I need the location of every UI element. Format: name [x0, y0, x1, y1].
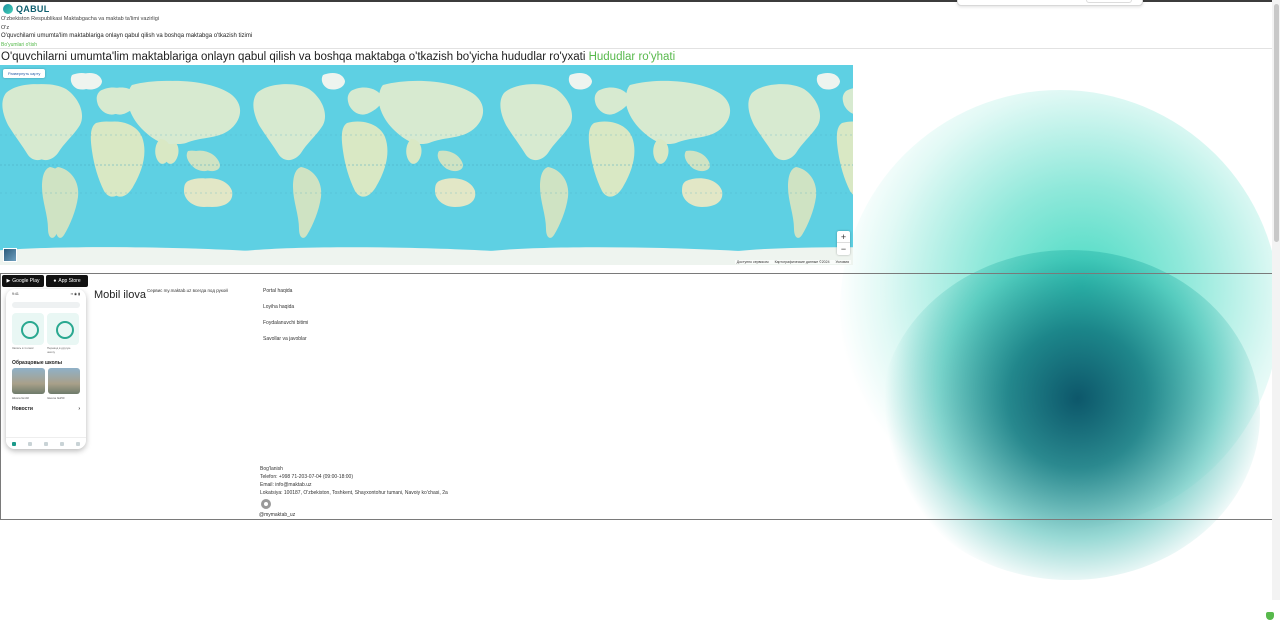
phone-card-label: Запись в 1 класс — [12, 346, 34, 350]
phone-service-cards — [12, 313, 80, 345]
attribution-text: Картографические данные ©2024 — [774, 260, 830, 264]
phone-time: 9:41 — [12, 292, 19, 296]
contacts-phone[interactable]: Telefon: +998 71-203-07-04 (09:00-18:00) — [260, 474, 448, 482]
zoom-out-button[interactable]: − — [837, 243, 850, 255]
home-icon — [12, 441, 16, 446]
footer-links: Portal haqida Loyiha haqida Foydalanuvch… — [263, 288, 308, 352]
phone-school-image — [47, 368, 80, 394]
phone-school-image — [12, 368, 45, 394]
dropdown-popup — [957, 0, 1143, 6]
mobile-app-title: Mobil ilova — [94, 289, 146, 301]
google-play-badge[interactable]: ▶ Google Play — [2, 275, 44, 287]
chevron-right-icon: › — [78, 406, 80, 412]
phone-card-enroll — [12, 313, 44, 345]
phone-news-title: Новости — [12, 406, 33, 412]
chart-icon — [60, 441, 64, 446]
phone-card-label: Перевод в другую школу — [47, 346, 71, 354]
map-tiles — [0, 73, 853, 265]
google-play-icon: ▶ — [6, 278, 11, 284]
popup-button[interactable] — [1086, 0, 1132, 3]
list-icon — [44, 441, 48, 446]
phone-section-news: Новости › — [12, 406, 80, 412]
contacts-email[interactable]: Email: info@maktab.uz — [260, 482, 448, 490]
phone-tab-bar — [6, 437, 86, 449]
scrollbar[interactable] — [1272, 0, 1280, 600]
site-logo[interactable]: QABUL — [3, 4, 50, 14]
expand-map-button[interactable]: Развернуть карту — [3, 69, 46, 78]
phone-signal-icon: ▪▪ ◉ ▮ — [70, 292, 80, 296]
header-divider — [0, 48, 1276, 49]
phone-status-bar: 9:41 ▪▪ ◉ ▮ — [6, 289, 86, 299]
phone-school-labels: Школа №102 Школа №250 — [12, 396, 80, 400]
logo-text: QABUL — [16, 4, 50, 14]
phone-school-label: Школа №102 — [12, 396, 29, 400]
store-badges: ▶ Google Play ● App Store — [2, 275, 88, 287]
phone-card-transfer — [47, 313, 79, 345]
footer-link-agreement[interactable]: Foydalanuvchi bitimi — [263, 320, 308, 336]
app-store-badge[interactable]: ● App Store — [46, 275, 88, 287]
world-map[interactable]: Развернуть карту + − Доступно сервисом К… — [0, 65, 853, 265]
attribution-text[interactable]: Доступно сервисом — [737, 260, 769, 264]
phone-card-labels: Запись в 1 класс Перевод в другую школу — [12, 346, 80, 354]
footer-link-portal[interactable]: Portal haqida — [263, 288, 308, 304]
footer-link-project[interactable]: Loyiha haqida — [263, 304, 308, 320]
phone-school-label: Школа №250 — [47, 396, 65, 400]
profile-icon — [76, 441, 80, 446]
contacts-title: Bog'lanish — [260, 466, 283, 472]
instagram-icon[interactable] — [261, 499, 271, 509]
zoom-control: + − — [837, 231, 850, 255]
document-icon — [28, 441, 32, 446]
footer-contacts: Bog'lanish Telefon: +998 71-203-07-04 (0… — [260, 466, 448, 498]
attribution-link[interactable]: Условия — [836, 260, 849, 264]
map-layers-icon[interactable] — [3, 248, 17, 262]
language-switch[interactable]: O'z — [1, 25, 9, 31]
contacts-location: Lokatsiya: 100187, O'zbekiston, Toshkent… — [260, 490, 448, 496]
page-title-text: O'quvchilarni umumta'lim maktablariga on… — [1, 51, 586, 63]
system-name: O'quvchilarni umumta'lim maktablariga on… — [1, 33, 253, 39]
ministry-name: O'zbekiston Respublikasi Maktabgacha va … — [1, 16, 160, 22]
shield-icon — [1266, 612, 1274, 620]
map-attribution: Доступно сервисом Картографические данны… — [734, 260, 851, 264]
mobile-app-subtitle: Сервис my.maktab.uz всегда под рукой — [147, 288, 228, 293]
footer-link-faq[interactable]: Savollar va javoblar — [263, 336, 308, 352]
phone-mockup: 9:41 ▪▪ ◉ ▮ Запись в 1 класс Перевод в д… — [6, 289, 86, 449]
phone-section-schools: Образцовые школы — [12, 360, 62, 366]
social-handle[interactable]: @mymaktab_uz — [259, 512, 295, 518]
regions-list-link[interactable]: Hududlar ro'yhati — [589, 51, 676, 63]
apple-icon: ● — [53, 278, 57, 284]
scrollbar-thumb[interactable] — [1274, 4, 1279, 242]
logo-icon — [3, 4, 13, 14]
page-title: O'quvchilarni umumta'lim maktablariga on… — [1, 51, 675, 63]
site-footer: ▶ Google Play ● App Store 9:41 ▪▪ ◉ ▮ Запи… — [0, 273, 1280, 520]
zoom-in-button[interactable]: + — [837, 231, 850, 243]
phone-school-images — [12, 368, 80, 394]
phone-search-bar — [12, 302, 80, 308]
